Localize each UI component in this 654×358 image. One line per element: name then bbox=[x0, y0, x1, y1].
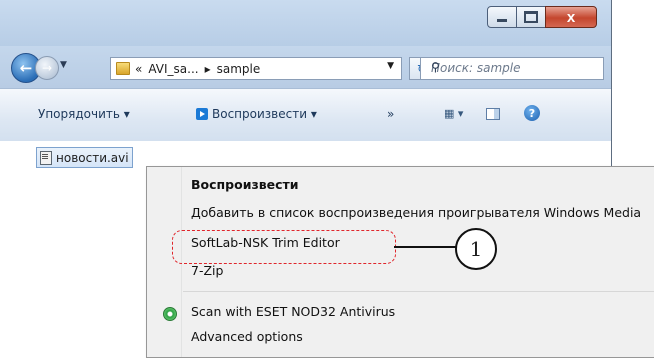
callout-marker: 1 bbox=[455, 228, 497, 270]
close-button[interactable]: x bbox=[545, 6, 597, 28]
file-item[interactable]: новости.avi bbox=[36, 147, 133, 168]
breadcrumb-avi-sample[interactable]: AVI_sa... bbox=[148, 62, 198, 76]
change-view-icon[interactable]: ▦ ▾ bbox=[444, 107, 463, 120]
command-bar: Упорядочить ▾ Воспроизвести ▾ » ▦ ▾ ? bbox=[0, 88, 611, 141]
menu-item-7zip[interactable]: 7-Zip bbox=[191, 263, 223, 278]
menu-separator bbox=[183, 291, 654, 292]
callout-leader-line bbox=[394, 246, 456, 248]
menu-item-advanced-options[interactable]: Advanced options bbox=[191, 329, 303, 344]
breadcrumb-separator[interactable]: ▸ bbox=[205, 62, 211, 76]
search-icon: ⚲ bbox=[431, 60, 440, 74]
play-button[interactable]: Воспроизвести ▾ bbox=[196, 107, 317, 121]
maximize-button[interactable] bbox=[516, 6, 546, 28]
forward-arrow-icon: → bbox=[41, 61, 53, 75]
more-commands-button[interactable]: » bbox=[387, 107, 394, 121]
file-name: новости.avi bbox=[56, 150, 129, 165]
address-overflow[interactable]: « bbox=[135, 62, 142, 76]
eset-icon bbox=[163, 307, 177, 321]
maximize-icon bbox=[524, 11, 538, 23]
navigation-bar: ← → ▼ « AVI_sa... ▸ sample ▼ ↻ Поиск: sa… bbox=[0, 46, 611, 88]
address-bar[interactable]: « AVI_sa... ▸ sample ▼ bbox=[110, 57, 402, 80]
address-dropdown-icon[interactable]: ▼ bbox=[387, 61, 394, 71]
organize-button[interactable]: Упорядочить ▾ bbox=[38, 107, 130, 121]
recent-pages-dropdown[interactable]: ▼ bbox=[60, 60, 67, 70]
back-arrow-icon: ← bbox=[19, 59, 33, 77]
breadcrumb-sample[interactable]: sample bbox=[217, 62, 261, 76]
search-input[interactable]: Поиск: sample ⚲ bbox=[420, 57, 604, 80]
close-icon: x bbox=[566, 8, 576, 26]
play-icon bbox=[196, 108, 208, 120]
preview-pane-icon[interactable] bbox=[486, 108, 500, 120]
menu-item-play[interactable]: Воспроизвести bbox=[191, 177, 299, 192]
highlight-frame bbox=[172, 230, 396, 264]
minimize-icon bbox=[497, 18, 507, 22]
play-label: Воспроизвести ▾ bbox=[212, 107, 317, 121]
video-file-icon bbox=[40, 150, 52, 165]
menu-item-eset-scan[interactable]: Scan with ESET NOD32 Antivirus bbox=[191, 304, 395, 319]
title-bar: x bbox=[0, 0, 611, 46]
help-icon[interactable]: ? bbox=[524, 105, 540, 121]
forward-button[interactable]: → bbox=[35, 56, 59, 80]
menu-item-add-to-playlist[interactable]: Добавить в список воспроизведения проигр… bbox=[191, 205, 641, 220]
window-controls: x bbox=[487, 6, 597, 28]
minimize-button[interactable] bbox=[487, 6, 517, 28]
folder-icon bbox=[116, 62, 130, 75]
